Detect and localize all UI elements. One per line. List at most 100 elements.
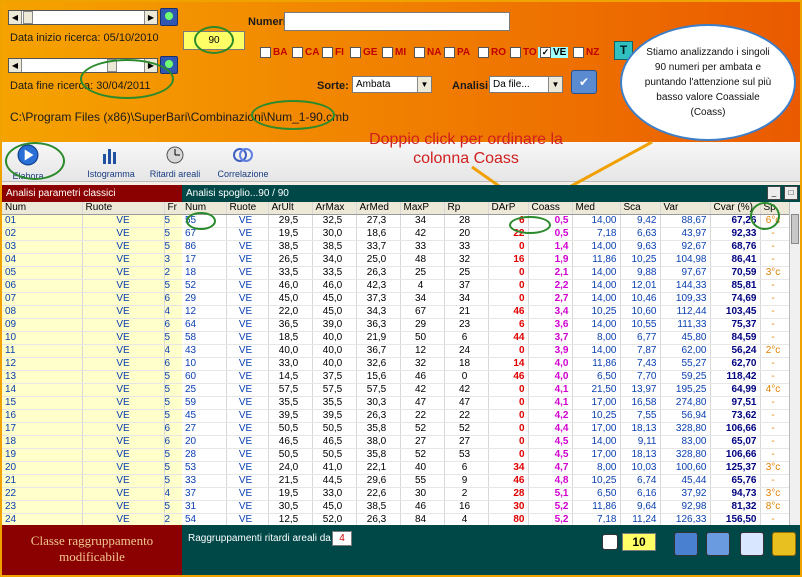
table-cell: VE [82,227,165,242]
table-row[interactable]: 59 VE 35,5 35,5 30,3 47 47 0 4,1 17,00 16,58 274,80… [182,396,790,411]
table-cell: VE [82,409,165,424]
table-cell: - [760,305,790,320]
print-icon[interactable] [706,532,730,556]
table-row[interactable]: 25 VE 57,5 57,5 57,5 42 42 0 4,1 21,50 13,97 195,25… [182,383,790,398]
table-row[interactable]: 06 VE 5 [2,279,183,294]
column-header[interactable]: Med [572,202,621,216]
table-row[interactable]: 18 VE 6 [2,435,183,450]
table-cell: 38,0 [356,435,401,450]
table-cell: VE [82,214,165,229]
column-header[interactable]: Num [2,202,83,216]
table-row[interactable]: 04 VE 3 [2,253,183,268]
html-icon[interactable] [740,532,764,556]
table-cell: 22,6 [356,487,401,502]
scroll-thumb[interactable] [791,214,799,244]
table-cell: 5 [164,214,183,229]
table-cell: 39,5 [312,409,357,424]
table-row[interactable]: 05 VE 2 [2,266,183,281]
table-row[interactable]: 11 VE 4 [2,344,183,359]
table-row[interactable]: 67 VE 19,5 30,0 18,6 42 20 22 0,5 7,18 6,63 43,97 92… [182,227,790,242]
table-row[interactable]: 33 VE 21,5 44,5 29,6 55 9 46 4,8 10,25 6,74 45,44 65… [182,474,790,489]
export-icon[interactable] [674,532,698,556]
table-row[interactable]: 02 VE 5 [2,227,183,242]
table-cell: 7,18 [572,227,621,242]
table-row[interactable]: 55 VE 29,5 32,5 27,3 34 28 6 0,5 14,00 9,42 88,67 67… [182,214,790,229]
table-cell: 36,5 [268,318,313,333]
table-row[interactable]: 15 VE 5 [2,396,183,411]
table-row[interactable]: 52 VE 46,0 46,0 42,3 4 37 0 2,2 14,00 12,01 144,33 8… [182,279,790,294]
table-row[interactable]: 22 VE 4 [2,487,183,502]
maximize-icon[interactable]: □ [784,186,798,200]
table-row[interactable]: 03 VE 5 [2,240,183,255]
table-row[interactable]: 64 VE 36,5 39,0 36,3 29 23 6 3,6 14,00 10,55 111,33… [182,318,790,333]
table-row[interactable]: 09 VE 6 [2,318,183,333]
table-cell: 6 [164,357,183,372]
table-row[interactable]: 60 VE 14,5 37,5 15,6 46 0 46 4,0 6,50 7,70 59,25 118… [182,370,790,385]
raggruppamenti-input[interactable]: 4 [332,531,352,546]
table-row[interactable]: 12 VE 22,0 45,0 34,3 67 21 46 3,4 10,25 10,60 112,4… [182,305,790,320]
table-row[interactable]: 23 VE 5 [2,500,183,515]
table-row[interactable]: 17 VE 26,5 34,0 25,0 48 32 16 1,9 11,86 10,25 104,9… [182,253,790,268]
table-row[interactable]: 10 VE 5 [2,331,183,346]
table-row[interactable]: 37 VE 19,5 33,0 22,6 30 2 28 5,1 6,50 6,16 37,92 94,… [182,487,790,502]
table-row[interactable]: 20 VE 46,5 46,5 38,0 27 27 0 4,5 14,00 9,11 83,00 65… [182,435,790,450]
table-cell: VE [226,214,269,229]
table-row[interactable]: 86 VE 38,5 38,5 33,7 33 33 0 1,4 14,00 9,63 92,67 68… [182,240,790,255]
table-row[interactable]: 43 VE 40,0 40,0 36,7 12 24 0 3,9 14,00 7,87 62,00 56… [182,344,790,359]
table-cell: 50,5 [312,422,357,437]
column-header[interactable]: MaxP [400,202,445,216]
table-cell: 22 [444,409,489,424]
table-row[interactable]: 21 VE 5 [2,474,183,489]
table-row[interactable]: 14 VE 5 [2,383,183,398]
column-header[interactable]: Var [660,202,711,216]
table-row[interactable]: 18 VE 33,5 33,5 26,3 25 25 0 2,1 14,00 9,88 97,67 70… [182,266,790,281]
table-cell: - [760,448,790,463]
column-header[interactable]: Sca [620,202,661,216]
table-row[interactable]: 20 VE 5 [2,461,183,476]
table-cell: 10 [2,331,83,346]
table-row[interactable]: 10 VE 33,0 40,0 32,6 32 18 14 4,0 11,86 7,43 55,27 6… [182,357,790,372]
vertical-scrollbar[interactable] [789,202,800,525]
table-cell: 10,25 [572,409,621,424]
table-row[interactable]: 58 VE 18,5 40,0 21,9 50 6 44 3,7 8,00 6,77 45,80 84,… [182,331,790,346]
table-cell: VE [226,422,269,437]
table-row[interactable]: 01 VE 5 [2,214,183,229]
column-header[interactable]: Ruote [82,202,165,216]
table-row[interactable]: 12 VE 6 [2,357,183,372]
table-row[interactable]: 29 VE 45,0 45,0 37,3 34 34 0 2,7 14,00 10,46 109,33… [182,292,790,307]
table-cell: 04 [2,253,83,268]
column-header[interactable]: DArP [488,202,529,216]
table-cell: 57,5 [268,383,313,398]
table-row[interactable]: 45 VE 39,5 39,5 26,3 22 22 0 4,2 10,25 7,55 56,94 73… [182,409,790,424]
filter-icon[interactable] [602,534,618,550]
table-cell: 3°c [760,487,790,502]
column-header[interactable]: ArMax [312,202,357,216]
table-row[interactable]: 13 VE 5 [2,370,183,385]
table-row[interactable]: 53 VE 24,0 41,0 22,1 40 6 34 4,7 8,00 10,03 100,60 1… [182,461,790,476]
table-cell: 13,97 [620,383,661,398]
table-cell: 35,8 [356,422,401,437]
table-cell: - [760,435,790,450]
table-row[interactable]: 16 VE 5 [2,409,183,424]
table-row[interactable]: 19 VE 5 [2,448,183,463]
column-header[interactable]: ArMed [356,202,401,216]
table-cell: 67 [400,305,445,320]
column-header[interactable]: Fr [164,202,183,216]
table-row[interactable]: 07 VE 6 [2,292,183,307]
highlight-circle [509,216,551,234]
table-row[interactable]: 17 VE 6 [2,422,183,437]
column-header[interactable]: Coass [528,202,573,216]
column-header[interactable]: Rp [444,202,489,216]
left-table: Num Ruote Fr 01 VE 5 02 VE 5 03 VE 5 04 VE 3 05 VE 2 06 VE… [2,202,183,528]
column-header[interactable]: ArUlt [268,202,313,216]
table-row[interactable]: 08 VE 4 [2,305,183,320]
table-cell: 2 [444,487,489,502]
trash-icon[interactable] [772,532,796,556]
table-cell: 33,7 [356,240,401,255]
table-row[interactable]: 27 VE 50,5 50,5 35,8 52 52 0 4,4 17,00 18,13 328,80… [182,422,790,437]
column-header[interactable]: Ruote [226,202,269,216]
table-row[interactable]: 28 VE 50,5 50,5 35,8 52 53 0 4,5 17,00 18,13 328,80… [182,448,790,463]
table-row[interactable]: 31 VE 30,5 45,0 38,5 46 16 30 5,2 11,86 9,64 92,98 8… [182,500,790,515]
table-cell: 8,00 [572,331,621,346]
minimize-icon[interactable]: _ [767,186,781,200]
